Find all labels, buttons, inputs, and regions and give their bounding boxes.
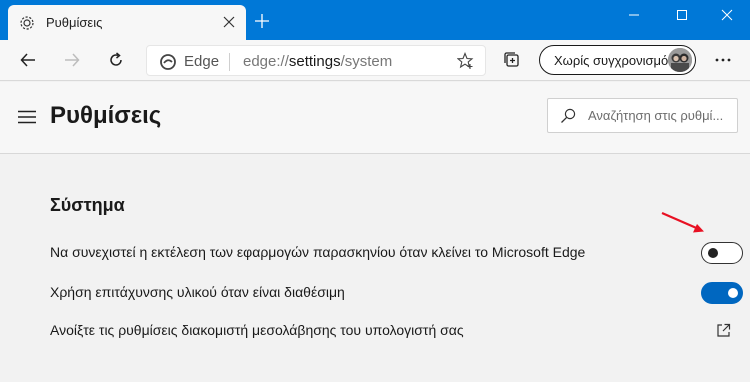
- maximize-button[interactable]: [659, 0, 705, 30]
- page-title: Ρυθμίσεις: [50, 102, 162, 129]
- star-icon[interactable]: [457, 52, 475, 70]
- profile-button[interactable]: Χωρίς συγχρονισμό: [539, 45, 696, 75]
- edge-brand-label: Edge: [184, 53, 220, 70]
- edge-logo-icon: [160, 54, 176, 70]
- external-link-icon[interactable]: [716, 323, 731, 338]
- setting-label: Χρήση επιτάχυνσης υλικού όταν είναι διαθ…: [50, 284, 345, 300]
- section-title: Σύστημα: [50, 195, 125, 215]
- tab-title: Ρυθμίσεις: [46, 15, 103, 30]
- hamburger-menu-icon[interactable]: [18, 110, 36, 124]
- profile-label: Χωρίς συγχρονισμό: [554, 53, 669, 68]
- search-icon: [561, 108, 576, 123]
- window-close-button[interactable]: [704, 0, 750, 30]
- browser-tab[interactable]: Ρυθμίσεις: [8, 5, 246, 40]
- setting-row-proxy-settings[interactable]: Ανοίξτε τις ρυθμίσεις διακομιστή μεσολάβ…: [50, 316, 750, 346]
- collections-icon[interactable]: [502, 50, 522, 70]
- setting-row-background-apps: Να συνεχιστεί η εκτέλεση των εφαρμογών π…: [50, 238, 750, 268]
- back-button[interactable]: [18, 50, 38, 70]
- refresh-button[interactable]: [106, 50, 126, 70]
- minimize-icon: [629, 14, 639, 16]
- browser-toolbar: Edge edge://settings/system Χωρίς συγχρο…: [0, 40, 750, 81]
- maximize-icon: [677, 10, 687, 20]
- toggle-knob: [708, 248, 718, 258]
- address-divider: [229, 53, 230, 71]
- address-bar[interactable]: Edge edge://settings/system: [146, 45, 486, 76]
- new-tab-icon[interactable]: [254, 13, 270, 29]
- settings-header: Ρυθμίσεις Αναζήτηση στις ρυθμί...: [0, 82, 750, 154]
- settings-content: Σύστημα Να συνεχιστεί η εκτέλεση των εφα…: [0, 155, 750, 382]
- search-placeholder: Αναζήτηση στις ρυθμί...: [588, 108, 724, 123]
- url-path: /system: [340, 53, 393, 70]
- settings-search-input[interactable]: Αναζήτηση στις ρυθμί...: [547, 98, 738, 133]
- avatar: [668, 48, 692, 72]
- setting-label: Ανοίξτε τις ρυθμίσεις διακομιστή μεσολάβ…: [50, 322, 464, 338]
- forward-button[interactable]: [62, 50, 82, 70]
- forward-arrow-icon: [65, 53, 80, 67]
- close-tab-icon[interactable]: [222, 15, 236, 29]
- hardware-acceleration-toggle[interactable]: [701, 282, 743, 304]
- setting-label: Να συνεχιστεί η εκτέλεση των εφαρμογών π…: [50, 244, 586, 260]
- back-arrow-icon: [20, 53, 35, 67]
- refresh-icon: [110, 52, 122, 66]
- url-scheme: edge://: [243, 53, 289, 70]
- url-text[interactable]: edge://settings/system: [243, 53, 392, 70]
- avatar-photo: [668, 48, 692, 72]
- toggle-knob: [728, 288, 738, 298]
- close-icon: [721, 9, 733, 21]
- background-apps-toggle[interactable]: [701, 242, 743, 264]
- url-host: settings: [288, 53, 341, 70]
- setting-row-hardware-acceleration: Χρήση επιτάχυνσης υλικού όταν είναι διαθ…: [50, 278, 750, 308]
- title-bar: Ρυθμίσεις: [0, 0, 750, 40]
- more-icon[interactable]: [712, 50, 734, 70]
- gear-icon: [20, 16, 34, 30]
- minimize-button[interactable]: [611, 0, 657, 30]
